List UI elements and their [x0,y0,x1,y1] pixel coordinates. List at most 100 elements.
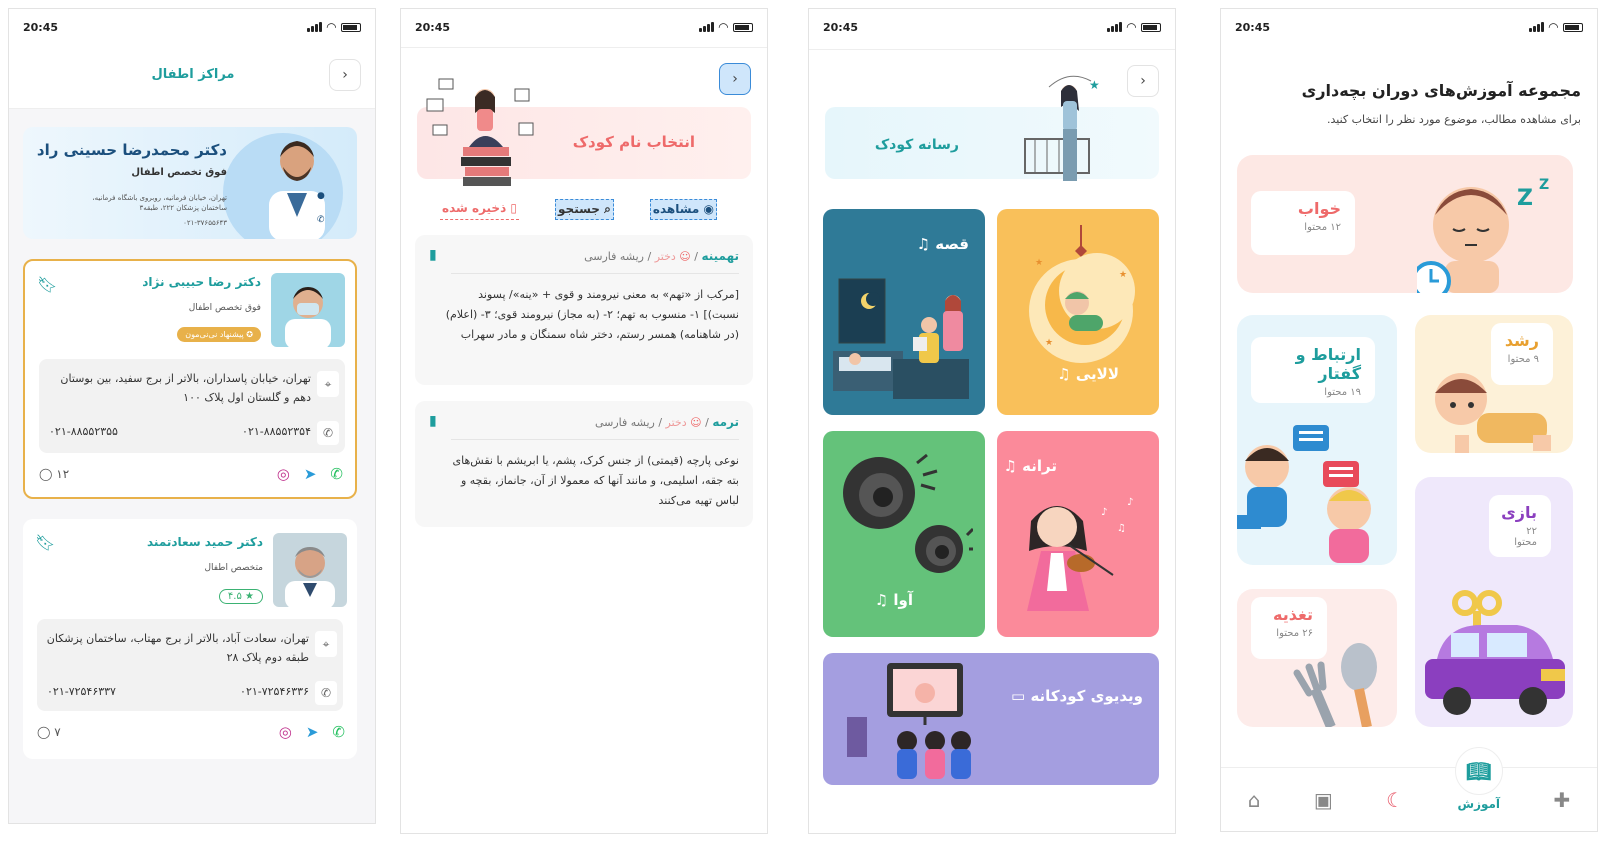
name-meaning: [مرکب از «تهم» به معنی نیرومند و قوی + «… [445,288,739,341]
comment-count: ۱۲ [56,467,70,481]
instagram-icon[interactable]: ◎ [279,723,292,741]
bookmark-icon[interactable]: ▮ [429,413,437,429]
doctor-phone-1[interactable]: ۰۲۱-۸۸۵۵۲۳۵۴ [242,425,311,438]
name-gender: دختر [654,250,676,263]
whatsapp-icon[interactable]: ✆ [330,465,343,483]
category-growth[interactable]: رشد ۹ محتوا [1415,315,1573,453]
comment-icon: ◯ [39,467,57,481]
battery-icon [733,22,753,32]
tile-sound[interactable]: آوا ♫ [823,431,985,637]
contact-box: ⌖ تهران، سعادت آباد، بالاتر از برج مهتاب… [37,619,343,711]
banner-location-icon: ● [317,191,325,201]
comment-count: ۷ [54,725,61,739]
story-illustration [833,278,969,399]
back-button[interactable]: › [1127,65,1159,97]
category-sleep[interactable]: ZZ خواب ۱۲ محتوا [1237,155,1573,293]
toy-car-illustration [1425,590,1565,715]
nav-education[interactable]: 📖︎ آموزش [1454,746,1503,811]
doctor-phone-2[interactable]: ۰۲۱-۷۲۵۴۶۳۳۷ [47,685,116,698]
wifi-icon: ◠ [718,20,728,34]
category-count: ۲۶ محتوا [1276,628,1313,639]
comments[interactable]: ◯ ۷ [37,725,61,739]
whatsapp-icon[interactable]: ✆ [332,723,345,741]
girl-icon: ☺ [675,250,691,263]
nav-puzzle-icon[interactable]: ✚ [1553,788,1570,812]
tab-saved-label: ذخیره شده [441,201,507,215]
tile-video[interactable]: ویدیوی کودکانه ▭ [823,653,1159,785]
nav-briefcase-icon[interactable]: ▣ [1314,788,1333,812]
book-icon: 📖︎ [1454,746,1503,795]
tab-view[interactable]: ◉ مشاهده [649,199,717,220]
talking-babies-illustration [1237,425,1371,563]
tab-search[interactable]: ⌕ جستجو [555,199,614,220]
video-icon: ▭ [1011,687,1026,705]
status-bar: 20:45 ◠ [809,9,1175,45]
signal-icon [306,22,322,32]
screen-pediatric-centers: 20:45 ◠ مراکز اطفال › دکتر محمدرضا حسینی… [8,8,376,824]
battery-icon [1563,22,1583,32]
bookmark-icon[interactable]: ▮ [429,247,437,263]
nav-home-icon[interactable]: ⌂ [1248,788,1261,812]
bookmark-icon[interactable]: 🔖︎ [35,533,55,552]
location-icon: ⌖ [317,371,339,397]
svg-text:♪: ♪ [1127,497,1133,508]
comments[interactable]: ◯ ۱۲ [39,467,69,481]
battery-icon [341,22,361,32]
page-title: مجموعه آموزش‌های دوران بچه‌داری [1301,81,1581,100]
tile-lullaby[interactable]: ★ ★ ★ لالایی ♫ [997,209,1159,415]
header: مراکز اطفال › [9,45,375,109]
doctor-phone-1[interactable]: ۰۲۱-۷۲۵۴۶۳۳۶ [240,685,309,698]
doctor-name: دکتر رضا حبیبی نژاد [142,275,261,289]
rating-badge: ۴.۵ ★ [218,589,263,604]
doctor-card[interactable]: دکتر رضا حبیبی نژاد فوق تخصص اطفال ✪ پیش… [23,259,357,499]
instagram-icon[interactable]: ◎ [277,465,290,483]
telegram-icon[interactable]: ➤ [306,723,319,741]
telegram-icon[interactable]: ➤ [304,465,317,483]
music-note-icon: ♫ [1003,457,1017,475]
signal-icon [1528,22,1544,32]
category-talk[interactable]: ارتباط و گفتار ۱۹ محتوا [1237,315,1397,565]
nav-baby-logo-icon[interactable]: ☾ [1386,788,1404,812]
name-card[interactable]: تهمینه / ☺ دختر / ریشه فارسی ▮ [مرکب از … [415,235,753,385]
back-button[interactable]: › [329,59,361,91]
bookmark-icon: ▯ [506,201,518,215]
doctor-photo [273,533,347,607]
tile-story[interactable]: قصه ♫ [823,209,985,415]
tab-search-label: جستجو [558,202,600,216]
back-button[interactable]: › [719,63,751,95]
divider [451,439,739,440]
rating-value: ۴.۵ [227,591,242,602]
doctor-name-text: دکتر حمید سعادتمند [147,535,263,549]
screen-kids-media: 20:45 ◠ › رسانه کودک ★ قصه ♫ ★ ★ ★ لالایی … [808,8,1176,834]
phone-icon: ✆ [317,421,339,445]
speakers-illustration [843,453,973,573]
doctor-card[interactable]: دکتر حمید سعادتمند متخصص اطفال ۴.۵ ★ 🔖︎ … [23,519,357,759]
location-icon: ⌖ [315,631,337,657]
music-note-icon: ♫ [916,235,931,253]
tile-label: لالایی [1075,365,1119,383]
tab-saved[interactable]: ▯ ذخیره شده [439,199,520,220]
doctor-specialty: متخصص اطفال [204,563,263,573]
bookmark-icon[interactable]: 🔖︎ [37,275,57,294]
svg-text:★: ★ [1035,258,1043,268]
status-bar: 20:45 ◠ [1221,9,1597,45]
category-title: رشد [1504,331,1539,350]
tile-song[interactable]: ترانه ♫ ♪ ♫ ♪ [997,431,1159,637]
tile-label: ویدیوی کودکانه [1030,687,1143,705]
category-chip: خواب ۱۲ محتوا [1251,191,1355,255]
name-header: ترمه / ☺ دختر / ریشه فارسی [594,415,739,429]
social-links: ◎ ➤ ✆ [277,465,343,483]
mother-crib-illustration: ★ [1024,75,1100,181]
category-food[interactable]: تغذیه ۲۶ محتوا [1237,589,1397,727]
phone-icon: ✆ [315,681,337,705]
svg-text:Z: Z [1539,177,1549,193]
doctor-address: تهران، خیابان پاسداران، بالاتر از برج سف… [60,372,311,404]
category-play[interactable]: بازی ۲۲ محتوا [1415,477,1573,727]
promo-banner[interactable]: دکتر محمدرضا حسینی راد فوق تخصص اطفال ته… [23,127,357,239]
doctor-phone-2[interactable]: ۰۲۱-۸۸۵۵۲۳۵۵ [49,425,118,438]
name-card[interactable]: ترمه / ☺ دختر / ریشه فارسی ▮ نوعی پارچه … [415,401,753,527]
banner-phone-icon: ✆ [317,215,325,225]
divider [451,273,739,274]
name-root: ریشه فارسی [594,416,655,429]
comment-icon: ◯ [37,725,55,739]
